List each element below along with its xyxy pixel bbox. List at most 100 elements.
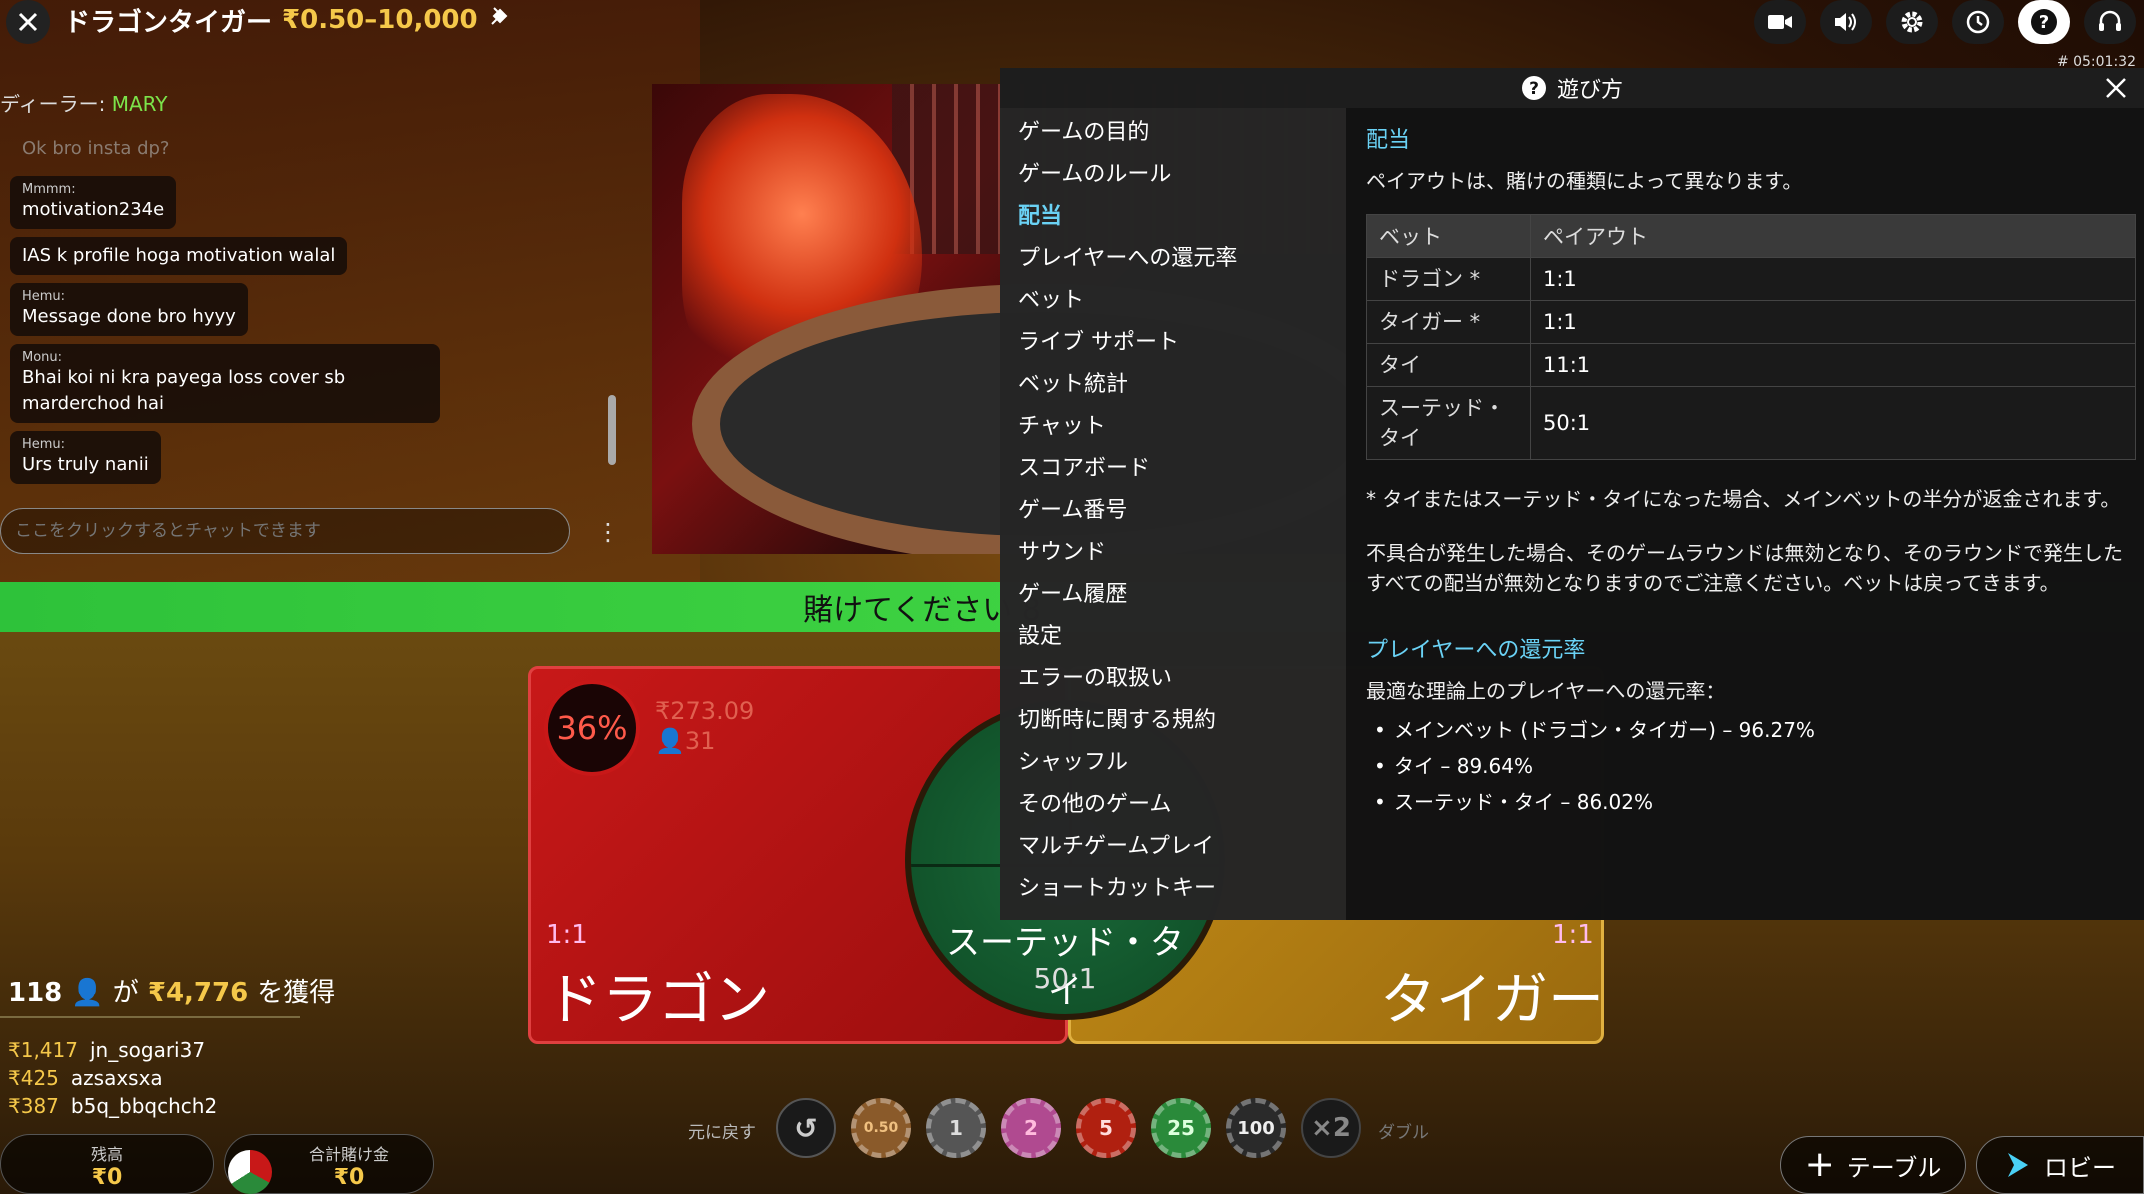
game-title: ドラゴンタイガー	[64, 7, 273, 38]
more-options-icon[interactable]: ⋮	[596, 518, 620, 546]
table-cell: タイ	[1366, 343, 1531, 387]
total-bet-label: 合計賭け金	[308, 1145, 389, 1164]
chat-message: Monu: Bhai koi ni kra payega loss cover …	[10, 344, 440, 423]
help-icon[interactable]: ?	[2018, 0, 2070, 44]
winners-summary: 118 👤 が ₹4,776 を獲得	[8, 972, 335, 1009]
help-menu-item[interactable]: エラーの取扱い	[1000, 658, 1346, 700]
help-menu-item-active[interactable]: 配当	[1000, 196, 1346, 238]
winner-name: b5q_bbqchch2	[70, 1094, 218, 1118]
dealer-prefix: ディーラー:	[0, 92, 112, 116]
dealer-label: ディーラー: MARY	[0, 88, 167, 117]
winners-list: ₹1,417 jn_sogari37 ₹425 azsaxsxa ₹387 b5q_b…	[8, 1038, 217, 1118]
chat-text: Message done bro hyyy	[22, 306, 236, 327]
table-cell: ドラゴン *	[1366, 257, 1531, 301]
chat-message: IAS k profile hoga motivation walal	[10, 237, 348, 275]
video-icon[interactable]	[1754, 0, 1806, 44]
total-bet-value: ₹0	[333, 1165, 365, 1190]
table-cell: タイガー *	[1366, 300, 1531, 344]
table-cell: 11:1	[1530, 343, 2136, 387]
lobby-button[interactable]: ロビー	[1976, 1136, 2144, 1194]
balance-value: ₹0	[91, 1165, 123, 1190]
help-menu-item[interactable]: シャッフル	[1000, 742, 1346, 784]
chat-input[interactable]	[0, 508, 570, 554]
help-menu-item[interactable]: ライブ サポート	[1000, 322, 1346, 364]
add-table-button[interactable]: + テーブル	[1780, 1136, 1966, 1194]
help-menu-item[interactable]: ショートカットキー	[1000, 868, 1346, 910]
rtp-title: プレイヤーへの還元率	[1366, 638, 1586, 663]
chat-text: Ok bro insta dp?	[22, 138, 170, 159]
chip-2[interactable]: 2	[1001, 1098, 1061, 1158]
pin-icon[interactable]	[488, 5, 510, 35]
chat-text: Bhai koi ni kra payega loss cover sb mar…	[22, 367, 346, 414]
divider	[0, 1016, 300, 1018]
tie-note: * タイまたはスーテッド・タイになった場合、メインベットの半分が返金されます。	[1366, 487, 2121, 511]
table-cell: スーテッド・タイ	[1366, 386, 1531, 460]
help-menu-item[interactable]: サウンド	[1000, 532, 1346, 574]
chat-scrollbar[interactable]	[608, 395, 616, 465]
help-menu-item[interactable]: その他のゲーム	[1000, 784, 1346, 826]
help-menu-item[interactable]: チャット	[1000, 406, 1346, 448]
help-menu-item[interactable]: ゲーム番号	[1000, 490, 1346, 532]
malfunction-note: 不具合が発生した場合、そのゲームラウンドは無効となり、そのラウンドで発生したすべ…	[1366, 541, 2123, 595]
svg-text:?: ?	[1529, 79, 1539, 99]
dragon-stats: ₹273.09 👤31	[655, 696, 754, 756]
close-game-button[interactable]	[6, 0, 50, 44]
help-content: 配当 ペイアウトは、賭けの種類によって異なります。 ベット ペイアウト ドラゴン…	[1346, 108, 2144, 920]
table-cell: 50:1	[1530, 386, 2136, 460]
help-menu-item[interactable]: ゲーム履歴	[1000, 574, 1346, 616]
help-menu-item[interactable]: マルチゲームプレイ	[1000, 826, 1346, 868]
help-menu-item[interactable]: ゲームのルール	[1000, 154, 1346, 196]
chip-100[interactable]: 100	[1226, 1098, 1286, 1158]
winner-name: azsaxsxa	[70, 1066, 163, 1090]
plus-icon: +	[1804, 1144, 1835, 1185]
history-icon[interactable]	[1952, 0, 2004, 44]
table-row: ドラゴン * 1:1	[1366, 257, 2136, 301]
volume-icon[interactable]	[1820, 0, 1872, 44]
help-menu-item[interactable]: プレイヤーへの還元率	[1000, 238, 1346, 280]
chat-message: Hemu: Message done bro hyyy	[10, 283, 248, 336]
chat-text: IAS k profile hoga motivation walal	[22, 245, 336, 266]
double-button[interactable]: ×2	[1301, 1098, 1361, 1158]
headset-icon[interactable]	[2084, 0, 2136, 44]
help-menu-item[interactable]: 設定	[1000, 616, 1346, 658]
table-row: タイ 11:1	[1366, 343, 2136, 387]
chip-1[interactable]: 1	[926, 1098, 986, 1158]
user-icon: 👤	[71, 978, 104, 1008]
table-header: ベット	[1366, 214, 1531, 258]
help-close-button[interactable]	[2096, 68, 2136, 108]
rtp-item: スーテッド・タイ – 86.02%	[1366, 784, 2126, 820]
help-menu-item[interactable]: ゲームの目的	[1000, 112, 1346, 154]
balance-display: 残高 ₹0	[0, 1134, 214, 1194]
winners-total: ₹4,776	[147, 978, 249, 1008]
table-row: タイガー * 1:1	[1366, 300, 2136, 344]
chip-0-50[interactable]: 0.50	[851, 1098, 911, 1158]
winners-connector: が	[112, 978, 139, 1008]
chat-author: Hemu:	[22, 289, 66, 304]
help-menu-item[interactable]: スコアボード	[1000, 448, 1346, 490]
help-menu-item[interactable]: ベット統計	[1000, 364, 1346, 406]
help-menu: ゲームの目的 ゲームのルール 配当 プレイヤーへの還元率 ベット ライブ サポー…	[1000, 108, 1346, 920]
dragon-odds: 1:1	[546, 920, 588, 950]
winner-amount: ₹387	[8, 1094, 59, 1118]
chip-25[interactable]: 25	[1151, 1098, 1211, 1158]
tiger-odds: 1:1	[1552, 920, 1594, 950]
rtp-intro: 最適な理論上のプレイヤーへの還元率：	[1366, 679, 1726, 703]
game-title-bar: ドラゴンタイガー ₹0.50–10,000	[64, 0, 510, 40]
balance-label: 残高	[90, 1145, 123, 1164]
double-label: ダブル	[1378, 1123, 1429, 1143]
help-menu-item[interactable]: ベット	[1000, 280, 1346, 322]
gear-icon[interactable]	[1886, 0, 1938, 44]
winner-row: ₹425 azsaxsxa	[8, 1066, 217, 1090]
help-menu-item[interactable]: 切断時に関する規約	[1000, 700, 1346, 742]
payout-title: 配当	[1366, 128, 1411, 153]
rtp-list: メインベット (ドラゴン・タイガー) – 96.27% タイ – 89.64% …	[1366, 712, 2126, 820]
chip-tray: ↺ 0.50 1 2 5 25 100 ×2	[776, 1098, 1361, 1158]
undo-button[interactable]: ↺	[776, 1098, 836, 1158]
table-row: スーテッド・タイ 50:1	[1366, 386, 2136, 460]
chip-5[interactable]: 5	[1076, 1098, 1136, 1158]
winner-count: 118	[8, 978, 63, 1008]
bet-limits[interactable]: ₹0.50–10,000	[282, 5, 478, 35]
winner-row: ₹1,417 jn_sogari37	[8, 1038, 217, 1062]
table-header: ペイアウト	[1530, 214, 2136, 258]
dealer-name: MARY	[111, 92, 168, 116]
